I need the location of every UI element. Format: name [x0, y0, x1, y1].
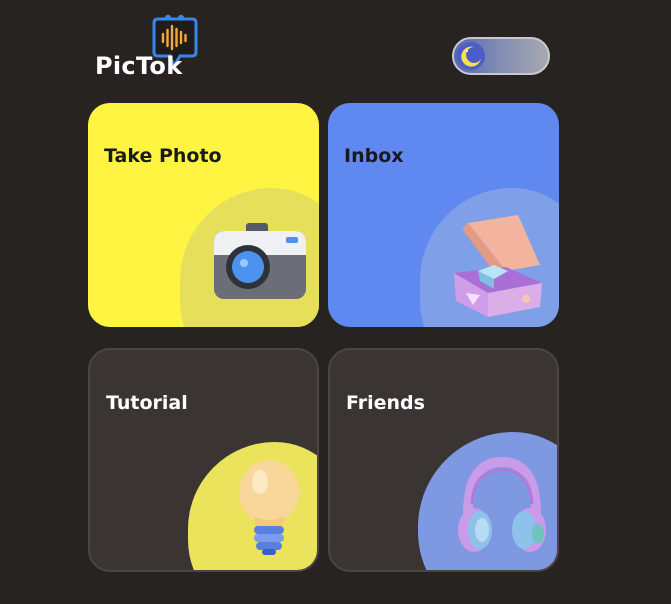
moon-icon	[461, 46, 481, 67]
toggle-knob	[457, 42, 485, 70]
logo-text: PicTok	[95, 52, 183, 80]
tutorial-card[interactable]: Tutorial	[88, 348, 319, 572]
card-title: Friends	[346, 392, 425, 414]
headphones-icon	[458, 456, 546, 552]
camera-icon	[214, 223, 306, 299]
open-box-icon	[454, 215, 542, 317]
card-title: Take Photo	[104, 145, 222, 167]
inbox-card[interactable]: Inbox	[328, 103, 559, 327]
theme-toggle[interactable]	[452, 37, 550, 75]
friends-card[interactable]: Friends	[328, 348, 559, 572]
light-bulb-icon	[239, 460, 299, 555]
take-photo-card[interactable]: Take Photo	[88, 103, 319, 327]
app-logo: PicTok	[94, 14, 204, 80]
card-title: Tutorial	[106, 392, 188, 414]
card-title: Inbox	[344, 145, 404, 167]
